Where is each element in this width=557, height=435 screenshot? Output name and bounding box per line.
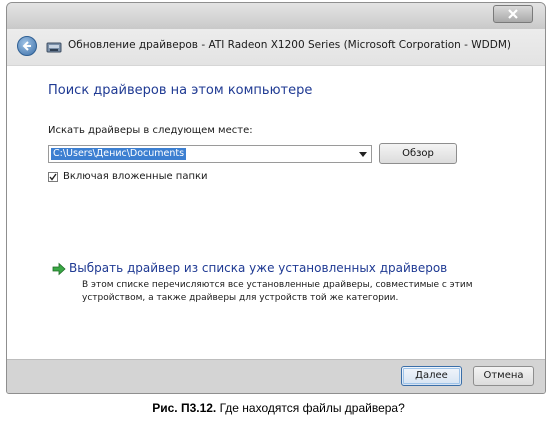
pick-from-list-link[interactable]: Выбрать драйвер из списка уже установлен… [69,261,447,275]
path-value[interactable]: C:\Users\Денис\Documents [51,148,187,160]
include-subfolders-label[interactable]: Включая вложенные папки [63,171,208,182]
wizard-footer: Далее Отмена [7,359,545,393]
pick-from-list-description: В этом списке перечисляются все установл… [82,280,473,303]
close-icon [508,9,518,19]
wizard-header: Обновление драйверов - ATI Radeon X1200 … [7,29,545,66]
title-bar [7,3,545,29]
checkmark-icon [49,173,57,181]
hardware-wizard-icon [46,42,62,53]
figure-label: Рис. П3.12. [152,401,217,415]
window-title: Обновление драйверов - ATI Radeon X1200 … [68,39,511,51]
page-heading: Поиск драйверов на этом компьютере [48,83,313,98]
back-button[interactable] [17,36,37,56]
next-button[interactable]: Далее [401,366,462,386]
browse-button[interactable]: Обзор [379,143,457,164]
path-combobox[interactable]: C:\Users\Денис\Documents [48,145,372,163]
back-arrow-icon [22,41,31,51]
chevron-down-icon[interactable] [359,152,367,157]
green-arrow-icon [52,262,66,276]
wizard-window: Обновление драйверов - ATI Radeon X1200 … [6,2,546,394]
wizard-content: Поиск драйверов на этом компьютере Искат… [7,66,545,359]
close-button[interactable] [493,5,533,23]
search-location-label: Искать драйверы в следующем месте: [48,125,253,136]
figure-caption: Рис. П3.12. Где находятся файлы драйвера… [0,401,557,415]
include-subfolders-checkbox[interactable] [48,172,58,182]
figure-caption-text: Где находятся файлы драйвера? [216,401,405,415]
cancel-button[interactable]: Отмена [473,366,534,386]
